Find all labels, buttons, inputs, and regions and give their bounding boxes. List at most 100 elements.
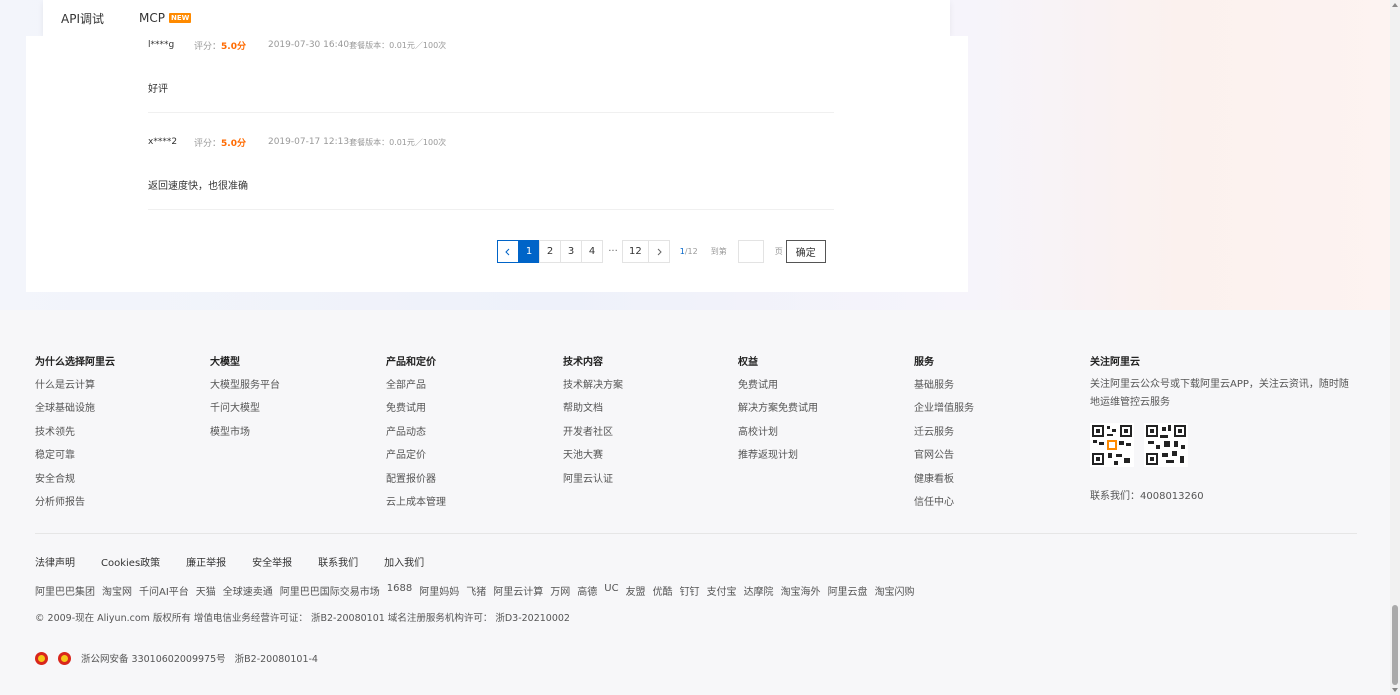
next-page-button[interactable] [647, 240, 670, 263]
footer-link[interactable]: 免费试用 [738, 376, 818, 391]
partner-link[interactable]: 阿里妈妈 [419, 583, 459, 598]
review-score-label: 评分： [194, 138, 222, 149]
footer-link[interactable]: 健康看板 [914, 470, 974, 485]
partner-link[interactable]: 万网 [550, 583, 570, 598]
scrollbar-thumb[interactable] [1392, 605, 1398, 685]
footer-link[interactable]: 高校计划 [738, 423, 818, 438]
review-item: x****2 评分： 5.0分 2019-07-17 12:13 套餐版本：0.… [148, 135, 834, 210]
review-item: l****g 评分： 5.0分 2019-07-30 16:40 套餐版本：0.… [148, 38, 834, 113]
partner-link[interactable]: 1688 [387, 583, 412, 598]
review-user: x****2 [148, 137, 178, 147]
footer-link[interactable]: 产品定价 [386, 446, 446, 461]
footer-column-title: 权益 [738, 357, 758, 368]
partner-link[interactable]: 友盟 [626, 583, 646, 598]
footer-link[interactable]: 全球基础设施 [35, 399, 115, 414]
footer-column-why: 为什么选择阿里云 什么是云计算 全球基础设施 技术领先 稳定可靠 安全合规 分析… [35, 353, 115, 516]
footer-link[interactable]: 基础服务 [914, 376, 974, 391]
pagination: 1 2 3 4 ··· 12 1/12 到第 页 确定 [497, 240, 826, 263]
footer-link[interactable]: 迁云服务 [914, 423, 974, 438]
police-badge-icon [58, 651, 71, 665]
beian-row: 浙公网安备 33010602009975号 浙B2-20080101-4 [35, 651, 318, 665]
partner-link[interactable]: 天猫 [196, 583, 216, 598]
partner-links: 阿里巴巴集团 淘宝网 千问AI平台 天猫 全球速卖通 阿里巴巴国际交易市场 16… [35, 583, 922, 598]
tab-bar: API调试 MCP NEW [43, 0, 950, 36]
footer-link[interactable]: 天池大赛 [563, 446, 623, 461]
partner-link[interactable]: 高德 [577, 583, 597, 598]
partner-link[interactable]: 千问AI平台 [139, 583, 189, 598]
reviews-card: l****g 评分： 5.0分 2019-07-30 16:40 套餐版本：0.… [26, 36, 968, 292]
footer-link[interactable]: 解决方案免费试用 [738, 399, 818, 414]
footer-link[interactable]: 推荐返现计划 [738, 446, 818, 461]
footer-link[interactable]: 帮助文档 [563, 399, 623, 414]
footer-column-title: 关注阿里云 [1090, 357, 1140, 368]
footer-column-models: 大模型 大模型服务平台 千问大模型 模型市场 [210, 353, 280, 446]
new-badge: NEW [168, 13, 192, 23]
partner-link[interactable]: 支付宝 [707, 583, 737, 598]
qr-code-app-icon [1144, 423, 1188, 467]
page-button-2[interactable]: 2 [539, 240, 561, 263]
legal-link[interactable]: Cookies政策 [101, 554, 160, 569]
page-label: 页 [774, 247, 783, 256]
footer-link[interactable]: 云上成本管理 [386, 493, 446, 508]
partner-link[interactable]: 钉钉 [680, 583, 700, 598]
review-score-label: 评分： [194, 41, 222, 52]
partner-link[interactable]: 飞猪 [466, 583, 486, 598]
partner-link[interactable]: 淘宝海外 [781, 583, 821, 598]
legal-link[interactable]: 廉正举报 [186, 554, 226, 569]
footer-link[interactable]: 阿里云认证 [563, 470, 623, 485]
page-button-last[interactable]: 12 [622, 240, 649, 263]
footer-link[interactable]: 稳定可靠 [35, 446, 115, 461]
legal-link[interactable]: 法律声明 [35, 554, 75, 569]
page-button-4[interactable]: 4 [581, 240, 603, 263]
footer-link[interactable]: 安全合规 [35, 470, 115, 485]
partner-link[interactable]: 阿里巴巴集团 [35, 583, 95, 598]
legal-link[interactable]: 加入我们 [384, 554, 424, 569]
national-emblem-icon [35, 651, 48, 665]
footer-link[interactable]: 产品动态 [386, 423, 446, 438]
partner-link[interactable]: 全球速卖通 [223, 583, 273, 598]
footer-column-products: 产品和定价 全部产品 免费试用 产品动态 产品定价 配置报价器 云上成本管理 [386, 353, 446, 516]
scroll-down-icon[interactable] [1392, 688, 1398, 692]
footer-link[interactable]: 技术解决方案 [563, 376, 623, 391]
prev-page-button[interactable] [497, 240, 519, 263]
goto-confirm-button[interactable]: 确定 [785, 240, 826, 263]
page-ellipsis[interactable]: ··· [603, 246, 623, 257]
partner-link[interactable]: 阿里云计算 [493, 583, 543, 598]
beian-link[interactable]: 浙公网安备 33010602009975号 [81, 651, 226, 665]
scroll-up-icon[interactable] [1392, 3, 1398, 7]
partner-link[interactable]: 淘宝闪购 [875, 583, 915, 598]
copyright: © 2009-现在 Aliyun.com 版权所有 增值电信业务经营许可证： 浙… [35, 613, 570, 624]
legal-link[interactable]: 联系我们 [318, 554, 358, 569]
footer-link[interactable]: 官网公告 [914, 446, 974, 461]
icp-link[interactable]: 浙B2-20080101-4 [235, 651, 318, 665]
partner-link[interactable]: 淘宝网 [102, 583, 132, 598]
footer-link[interactable]: 开发者社区 [563, 423, 623, 438]
partner-link[interactable]: 阿里云盘 [828, 583, 868, 598]
tab-mcp[interactable]: MCP NEW [139, 11, 192, 25]
goto-page-input[interactable] [737, 240, 764, 263]
page-button-3[interactable]: 3 [560, 240, 582, 263]
partner-link[interactable]: UC [604, 583, 618, 598]
tab-api-debug[interactable]: API调试 [61, 10, 104, 27]
legal-link[interactable]: 安全举报 [252, 554, 292, 569]
footer-link[interactable]: 什么是云计算 [35, 376, 115, 391]
partner-link[interactable]: 优酷 [653, 583, 673, 598]
qr-codes [1090, 423, 1352, 467]
footer-link[interactable]: 免费试用 [386, 399, 446, 414]
footer-link[interactable]: 模型市场 [210, 423, 280, 438]
footer-link[interactable]: 信任中心 [914, 493, 974, 508]
tab-mcp-label: MCP [139, 11, 165, 25]
footer-link[interactable]: 企业增值服务 [914, 399, 974, 414]
footer-link[interactable]: 全部产品 [386, 376, 446, 391]
partner-link[interactable]: 阿里巴巴国际交易市场 [280, 583, 380, 598]
contact-phone: 联系我们：4008013260 [1090, 491, 1204, 502]
partner-link[interactable]: 达摩院 [744, 583, 774, 598]
footer-link[interactable]: 大模型服务平台 [210, 376, 280, 391]
footer-link[interactable]: 千问大模型 [210, 399, 280, 414]
footer-link[interactable]: 技术领先 [35, 423, 115, 438]
goto-label: 到第 [710, 247, 727, 256]
footer-link[interactable]: 配置报价器 [386, 470, 446, 485]
footer-link[interactable]: 分析师报告 [35, 493, 115, 508]
page-scrollbar[interactable] [1390, 0, 1400, 695]
page-button-1[interactable]: 1 [518, 240, 540, 263]
